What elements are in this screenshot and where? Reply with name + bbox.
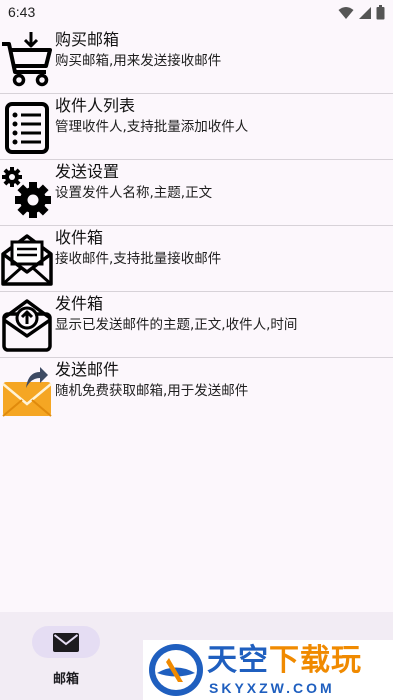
gears-icon xyxy=(2,167,51,218)
outbox-envelope-icon xyxy=(2,299,52,352)
menu-list: 购买邮箱 购买邮箱,用来发送接收邮件 收件人列表 管理收件人,支持批量添加收件人 xyxy=(0,28,393,424)
menu-item-title: 收件人列表 xyxy=(55,96,136,115)
menu-item-send-mail[interactable]: 发送邮件 随机免费获取邮箱,用于发送邮件 xyxy=(0,358,393,424)
tab-mailbox[interactable]: 邮箱 xyxy=(26,624,106,694)
menu-item-description: 购买邮箱,用来发送接收邮件 xyxy=(55,53,222,69)
watermark-logo-icon xyxy=(149,644,203,696)
watermark-url: SKYXZW.COM xyxy=(209,680,335,696)
menu-item-outbox[interactable]: 发件箱 显示已发送邮件的主题,正文,收件人,时间 xyxy=(0,292,393,358)
menu-item-title: 发件箱 xyxy=(55,294,104,313)
wifi-icon xyxy=(338,6,354,19)
menu-item-description: 接收邮件,支持批量接收邮件 xyxy=(55,251,222,267)
menu-item-title: 购买邮箱 xyxy=(55,30,120,49)
status-time: 6:43 xyxy=(8,4,36,20)
menu-item-description: 设置发件人名称,主题,正文 xyxy=(55,185,213,201)
status-icons xyxy=(338,5,385,20)
menu-item-send-settings[interactable]: 发送设置 设置发件人名称,主题,正文 xyxy=(0,160,393,226)
list-icon xyxy=(5,102,49,154)
watermark-title: 天空下载玩 xyxy=(207,643,362,678)
tab-mailbox-label: 邮箱 xyxy=(52,672,79,687)
menu-item-title: 发送邮件 xyxy=(55,360,120,379)
inbox-envelope-icon xyxy=(1,234,53,286)
menu-item-recipient-list[interactable]: 收件人列表 管理收件人,支持批量添加收件人 xyxy=(0,94,393,160)
mail-icon xyxy=(53,633,79,652)
menu-item-title: 发送设置 xyxy=(55,162,120,181)
menu-item-description: 管理收件人,支持批量添加收件人 xyxy=(55,119,249,135)
menu-item-description: 随机免费获取邮箱,用于发送邮件 xyxy=(55,383,249,399)
menu-item-title: 收件箱 xyxy=(55,228,104,247)
signal-icon xyxy=(359,6,371,19)
shopping-cart-icon xyxy=(2,32,52,87)
menu-item-description: 显示已发送邮件的主题,正文,收件人,时间 xyxy=(55,317,298,333)
status-bar: 6:43 xyxy=(0,0,393,28)
menu-item-buy-mailbox[interactable]: 购买邮箱 购买邮箱,用来发送接收邮件 xyxy=(0,28,393,94)
menu-item-inbox[interactable]: 收件箱 接收邮件,支持批量接收邮件 xyxy=(0,226,393,292)
send-mail-icon xyxy=(2,367,52,417)
battery-icon xyxy=(376,5,385,20)
watermark: 天空下载玩 SKYXZW.COM xyxy=(143,640,393,700)
